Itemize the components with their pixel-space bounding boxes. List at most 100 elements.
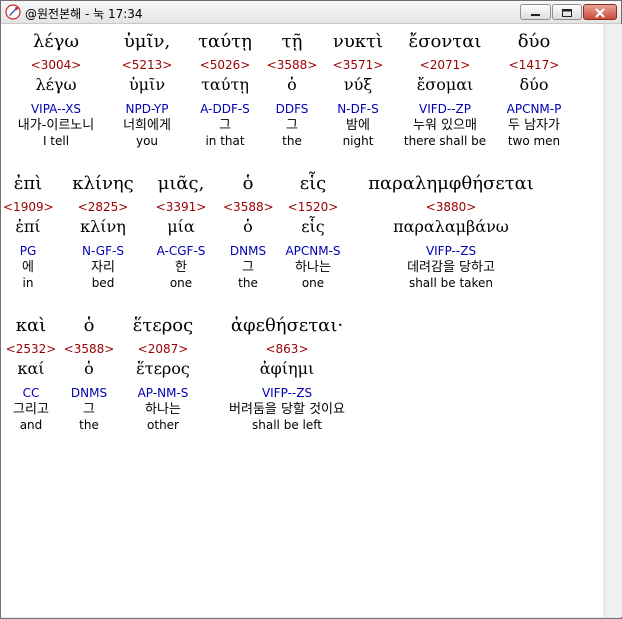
lemma: ἕτερος (136, 359, 190, 378)
lemma: ὁ (84, 359, 94, 378)
close-button[interactable] (583, 4, 617, 20)
strongs-number[interactable]: <3588> (63, 341, 115, 357)
strongs-number[interactable]: <863> (209, 341, 365, 357)
greek-word: μιᾶς, (157, 173, 205, 194)
word-token[interactable]: καὶ <2532> καί CC 그리고 and (3, 315, 59, 433)
title-bar[interactable]: @원전본해 - 눅 17:34 (1, 1, 621, 24)
lemma: δύο (519, 75, 549, 94)
parsing-code: NPD-YP (125, 102, 169, 116)
interlinear-view: λέγω <3004> λέγω VIPA--XS 내가-이르노니 I tell… (1, 24, 603, 617)
parsing-code: N-GF-S (82, 244, 124, 258)
parsing-code: DDFS (275, 102, 309, 116)
lemma: κλίνη (80, 217, 126, 236)
lemma: νύξ (343, 75, 373, 94)
parsing-code: VIFP--ZS (425, 244, 477, 258)
minimize-button[interactable] (520, 4, 551, 20)
strongs-number[interactable]: <3588> (223, 199, 274, 215)
strongs-number[interactable]: <3588> (265, 57, 319, 73)
word-token[interactable]: ἔσονται <2071> ἔσομαι VIFD--ZP 누워 있으매 th… (395, 31, 495, 149)
app-icon (5, 4, 21, 20)
word-token[interactable]: κλίνης <2825> κλίνη N-GF-S 자리 bed (61, 173, 145, 291)
parsing-code: A-DDF-S (200, 102, 250, 116)
word-token[interactable]: ταύτῃ <5026> ταύτῃ A-DDF-S 그 in that (189, 31, 261, 149)
parsing-code: PG (19, 244, 37, 258)
korean-gloss: 한 (175, 260, 187, 275)
greek-word: ὑμῖν, (123, 31, 171, 52)
parsing-code: VIFP--ZS (261, 386, 313, 400)
korean-gloss: 하나는 (145, 402, 181, 417)
strongs-number[interactable]: <3571> (325, 57, 391, 73)
korean-gloss: 너희에게 (123, 118, 171, 133)
strongs-number[interactable]: <1520> (277, 199, 349, 215)
english-gloss: I tell (42, 134, 70, 148)
strongs-number[interactable]: <2825> (61, 199, 145, 215)
strongs-number[interactable]: <2532> (3, 341, 59, 357)
word-token[interactable]: ὑμῖν, <5213> ὑμῖν NPD-YP 너희에게 you (109, 31, 185, 149)
greek-word: ταύτῃ (198, 31, 252, 52)
word-token[interactable]: ἕτερος <2087> ἕτερος AP-NM-S 하나는 other (121, 315, 205, 433)
word-token[interactable]: νυκτὶ <3571> νύξ N-DF-S 밤에 night (325, 31, 391, 149)
lemma: μία (167, 217, 195, 236)
korean-gloss: 하나는 (295, 260, 331, 275)
lemma: ἀφίημι (259, 359, 315, 378)
strongs-number[interactable]: <1417> (497, 57, 571, 73)
lemma: ταύτῃ (201, 75, 249, 94)
english-gloss: the (238, 276, 258, 290)
parsing-code: DNMS (70, 386, 108, 400)
parsing-code: APCNM-S (285, 244, 341, 258)
word-token[interactable]: ἀφεθήσεται· <863> ἀφίημι VIFP--ZS 버려둠을 당… (209, 315, 365, 433)
greek-word: ἀφεθήσεται· (230, 315, 344, 336)
strongs-number[interactable]: <5213> (109, 57, 185, 73)
korean-gloss: 자리 (91, 260, 115, 275)
parsing-code: VIPA--XS (30, 102, 82, 116)
strongs-number[interactable]: <2071> (395, 57, 495, 73)
strongs-number[interactable]: <1909> (3, 199, 54, 215)
word-token[interactable]: τῇ <3588> ὁ DDFS 그 the (265, 31, 319, 149)
english-gloss: in (22, 276, 34, 290)
korean-gloss: 그 (286, 118, 298, 133)
word-token[interactable]: ὁ <3588> ὁ DNMS 그 the (223, 173, 274, 291)
korean-gloss: 두 남자가 (508, 118, 560, 133)
korean-gloss: 그 (219, 118, 231, 133)
korean-gloss: 누워 있으매 (413, 118, 477, 133)
strongs-number[interactable]: <3391> (147, 199, 215, 215)
greek-word: ἕτερος (132, 315, 194, 336)
greek-word: εἷς (299, 173, 327, 194)
lemma: καί (17, 359, 45, 378)
greek-word: νυκτὶ (332, 31, 384, 52)
korean-gloss: 그 (242, 260, 254, 275)
korean-gloss: 그리고 (13, 402, 49, 417)
strongs-number[interactable]: <2087> (121, 341, 205, 357)
lemma: λέγω (35, 75, 77, 94)
english-gloss: one (301, 276, 325, 290)
korean-gloss: 에 (22, 260, 34, 275)
strongs-number[interactable]: <5026> (189, 57, 261, 73)
strongs-number[interactable]: <3880> (353, 199, 549, 215)
korean-gloss: 밤에 (346, 118, 370, 133)
english-gloss: the (79, 418, 99, 432)
lemma: ἐπί (15, 217, 41, 236)
lemma: εἷς (301, 217, 325, 236)
vertical-scrollbar[interactable] (604, 24, 622, 617)
word-token[interactable]: εἷς <1520> εἷς APCNM-S 하나는 one (277, 173, 349, 291)
greek-word: δύο (517, 31, 551, 52)
greek-word: τῇ (281, 31, 303, 52)
app-window: @원전본해 - 눅 17:34 λέγω <3004> λέγω VIPA--X… (0, 0, 622, 619)
korean-gloss: 그 (83, 402, 95, 417)
word-token[interactable]: ὁ <3588> ὁ DNMS 그 the (63, 315, 115, 433)
window-title: @원전본해 - 눅 17:34 (25, 7, 143, 21)
strongs-number[interactable]: <3004> (1, 57, 111, 73)
word-token[interactable]: παραλημφθήσεται <3880> παραλαμβάνω VIFP-… (353, 173, 549, 291)
lemma: ὁ (287, 75, 297, 94)
word-token[interactable]: μιᾶς, <3391> μία A-CGF-S 한 one (147, 173, 215, 291)
word-token[interactable]: λέγω <3004> λέγω VIPA--XS 내가-이르노니 I tell (1, 24, 111, 164)
english-gloss: one (169, 276, 193, 290)
parsing-code: CC (22, 386, 40, 400)
word-token[interactable]: ἐπὶ <1909> ἐπί PG 에 in (3, 173, 54, 291)
maximize-button[interactable] (552, 4, 582, 20)
korean-gloss: 내가-이르노니 (17, 118, 95, 133)
lemma: ὁ (243, 217, 253, 236)
greek-word: ἐπὶ (13, 173, 43, 194)
word-token[interactable]: δύο <1417> δύο APCNM-P 두 남자가 two men (497, 31, 571, 149)
lemma: ὑμῖν (128, 75, 166, 94)
